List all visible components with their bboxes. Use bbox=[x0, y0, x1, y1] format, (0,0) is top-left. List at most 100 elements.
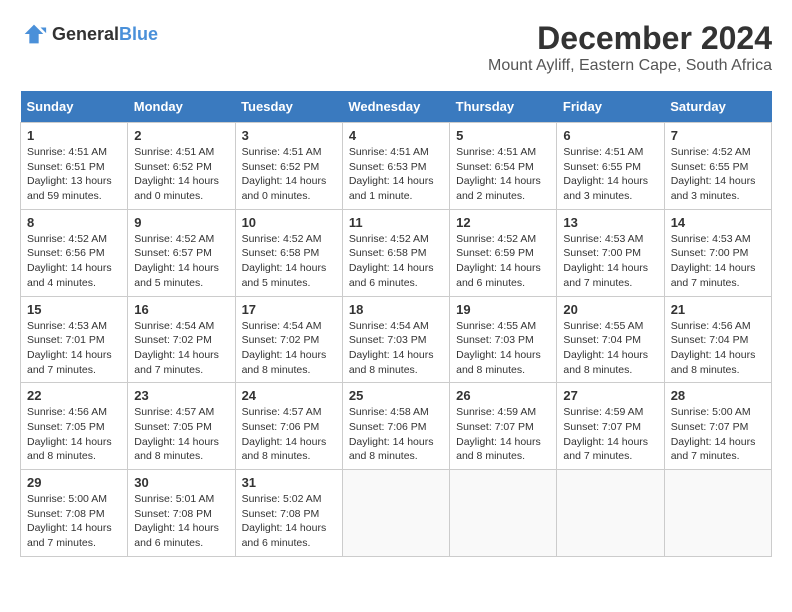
calendar-cell bbox=[557, 470, 664, 557]
day-number: 21 bbox=[671, 302, 765, 317]
day-number: 5 bbox=[456, 128, 550, 143]
day-number: 14 bbox=[671, 215, 765, 230]
day-number: 27 bbox=[563, 388, 657, 403]
header: GeneralBlue December 2024 Mount Ayliff, … bbox=[20, 20, 772, 75]
day-info: Sunrise: 4:52 AM Sunset: 6:57 PM Dayligh… bbox=[134, 232, 228, 291]
logo: GeneralBlue bbox=[20, 20, 158, 48]
calendar-cell: 16 Sunrise: 4:54 AM Sunset: 7:02 PM Dayli… bbox=[128, 296, 235, 383]
calendar-cell: 21 Sunrise: 4:56 AM Sunset: 7:04 PM Dayli… bbox=[664, 296, 771, 383]
header-day-saturday: Saturday bbox=[664, 91, 771, 123]
header-row: SundayMondayTuesdayWednesdayThursdayFrid… bbox=[21, 91, 772, 123]
calendar-cell: 13 Sunrise: 4:53 AM Sunset: 7:00 PM Dayli… bbox=[557, 209, 664, 296]
day-number: 1 bbox=[27, 128, 121, 143]
day-info: Sunrise: 4:52 AM Sunset: 6:58 PM Dayligh… bbox=[242, 232, 336, 291]
day-info: Sunrise: 4:57 AM Sunset: 7:05 PM Dayligh… bbox=[134, 405, 228, 464]
calendar-cell: 15Sunrise: 4:53 AM Sunset: 7:01 PM Dayli… bbox=[21, 296, 128, 383]
calendar-cell: 12 Sunrise: 4:52 AM Sunset: 6:59 PM Dayli… bbox=[450, 209, 557, 296]
logo-icon bbox=[20, 20, 48, 48]
day-number: 9 bbox=[134, 215, 228, 230]
day-info: Sunrise: 4:56 AM Sunset: 7:04 PM Dayligh… bbox=[671, 319, 765, 378]
day-info: Sunrise: 4:52 AM Sunset: 6:56 PM Dayligh… bbox=[27, 232, 121, 291]
day-number: 10 bbox=[242, 215, 336, 230]
calendar-cell: 31 Sunrise: 5:02 AM Sunset: 7:08 PM Dayli… bbox=[235, 470, 342, 557]
day-number: 15 bbox=[27, 302, 121, 317]
calendar-cell: 6 Sunrise: 4:51 AM Sunset: 6:55 PM Daylig… bbox=[557, 123, 664, 210]
calendar-cell: 2Sunrise: 4:51 AM Sunset: 6:52 PM Daylig… bbox=[128, 123, 235, 210]
calendar-cell: 26Sunrise: 4:59 AM Sunset: 7:07 PM Dayli… bbox=[450, 383, 557, 470]
day-info: Sunrise: 4:51 AM Sunset: 6:55 PM Dayligh… bbox=[563, 145, 657, 204]
header-day-wednesday: Wednesday bbox=[342, 91, 449, 123]
day-number: 28 bbox=[671, 388, 765, 403]
calendar-cell: 24 Sunrise: 4:57 AM Sunset: 7:06 PM Dayli… bbox=[235, 383, 342, 470]
header-day-friday: Friday bbox=[557, 91, 664, 123]
day-info: Sunrise: 5:01 AM Sunset: 7:08 PM Dayligh… bbox=[134, 492, 228, 551]
calendar-cell: 29Sunrise: 5:00 AM Sunset: 7:08 PM Dayli… bbox=[21, 470, 128, 557]
day-number: 20 bbox=[563, 302, 657, 317]
day-info: Sunrise: 4:58 AM Sunset: 7:06 PM Dayligh… bbox=[349, 405, 443, 464]
calendar-cell: 18 Sunrise: 4:54 AM Sunset: 7:03 PM Dayli… bbox=[342, 296, 449, 383]
calendar-cell: 30 Sunrise: 5:01 AM Sunset: 7:08 PM Dayli… bbox=[128, 470, 235, 557]
calendar-cell: 10 Sunrise: 4:52 AM Sunset: 6:58 PM Dayli… bbox=[235, 209, 342, 296]
logo-text-blue: Blue bbox=[119, 24, 158, 44]
day-number: 31 bbox=[242, 475, 336, 490]
calendar-cell: 5 Sunrise: 4:51 AM Sunset: 6:54 PM Daylig… bbox=[450, 123, 557, 210]
week-row-4: 22 Sunrise: 4:56 AM Sunset: 7:05 PM Dayli… bbox=[21, 383, 772, 470]
day-info: Sunrise: 4:52 AM Sunset: 6:58 PM Dayligh… bbox=[349, 232, 443, 291]
day-info: Sunrise: 4:51 AM Sunset: 6:52 PM Dayligh… bbox=[242, 145, 336, 204]
day-info: Sunrise: 4:53 AM Sunset: 7:00 PM Dayligh… bbox=[563, 232, 657, 291]
header-day-monday: Monday bbox=[128, 91, 235, 123]
day-number: 24 bbox=[242, 388, 336, 403]
calendar-cell: 7Sunrise: 4:52 AM Sunset: 6:55 PM Daylig… bbox=[664, 123, 771, 210]
header-day-tuesday: Tuesday bbox=[235, 91, 342, 123]
day-info: Sunrise: 4:56 AM Sunset: 7:05 PM Dayligh… bbox=[27, 405, 121, 464]
day-number: 13 bbox=[563, 215, 657, 230]
day-number: 16 bbox=[134, 302, 228, 317]
day-info: Sunrise: 5:02 AM Sunset: 7:08 PM Dayligh… bbox=[242, 492, 336, 551]
logo-text-general: General bbox=[52, 24, 119, 44]
day-info: Sunrise: 4:59 AM Sunset: 7:07 PM Dayligh… bbox=[563, 405, 657, 464]
day-info: Sunrise: 4:53 AM Sunset: 7:00 PM Dayligh… bbox=[671, 232, 765, 291]
day-number: 2 bbox=[134, 128, 228, 143]
day-number: 7 bbox=[671, 128, 765, 143]
day-number: 30 bbox=[134, 475, 228, 490]
day-info: Sunrise: 4:54 AM Sunset: 7:03 PM Dayligh… bbox=[349, 319, 443, 378]
day-number: 19 bbox=[456, 302, 550, 317]
day-number: 29 bbox=[27, 475, 121, 490]
day-info: Sunrise: 4:54 AM Sunset: 7:02 PM Dayligh… bbox=[134, 319, 228, 378]
location-title: Mount Ayliff, Eastern Cape, South Africa bbox=[488, 57, 772, 75]
day-number: 23 bbox=[134, 388, 228, 403]
day-info: Sunrise: 4:52 AM Sunset: 6:59 PM Dayligh… bbox=[456, 232, 550, 291]
day-number: 6 bbox=[563, 128, 657, 143]
day-number: 11 bbox=[349, 215, 443, 230]
day-number: 8 bbox=[27, 215, 121, 230]
calendar-cell: 9 Sunrise: 4:52 AM Sunset: 6:57 PM Daylig… bbox=[128, 209, 235, 296]
day-info: Sunrise: 4:51 AM Sunset: 6:51 PM Dayligh… bbox=[27, 145, 121, 204]
day-number: 4 bbox=[349, 128, 443, 143]
calendar-cell: 11 Sunrise: 4:52 AM Sunset: 6:58 PM Dayli… bbox=[342, 209, 449, 296]
calendar-cell: 17Sunrise: 4:54 AM Sunset: 7:02 PM Dayli… bbox=[235, 296, 342, 383]
day-number: 12 bbox=[456, 215, 550, 230]
calendar-cell: 8 Sunrise: 4:52 AM Sunset: 6:56 PM Daylig… bbox=[21, 209, 128, 296]
day-number: 22 bbox=[27, 388, 121, 403]
day-info: Sunrise: 4:51 AM Sunset: 6:53 PM Dayligh… bbox=[349, 145, 443, 204]
calendar-cell: 1 Sunrise: 4:51 AM Sunset: 6:51 PM Daylig… bbox=[21, 123, 128, 210]
title-section: December 2024 Mount Ayliff, Eastern Cape… bbox=[488, 20, 772, 75]
calendar-cell bbox=[342, 470, 449, 557]
day-number: 3 bbox=[242, 128, 336, 143]
week-row-5: 29Sunrise: 5:00 AM Sunset: 7:08 PM Dayli… bbox=[21, 470, 772, 557]
calendar-cell: 25 Sunrise: 4:58 AM Sunset: 7:06 PM Dayli… bbox=[342, 383, 449, 470]
day-number: 25 bbox=[349, 388, 443, 403]
calendar-cell: 4 Sunrise: 4:51 AM Sunset: 6:53 PM Daylig… bbox=[342, 123, 449, 210]
calendar-cell: 3 Sunrise: 4:51 AM Sunset: 6:52 PM Daylig… bbox=[235, 123, 342, 210]
day-info: Sunrise: 5:00 AM Sunset: 7:07 PM Dayligh… bbox=[671, 405, 765, 464]
day-info: Sunrise: 4:55 AM Sunset: 7:03 PM Dayligh… bbox=[456, 319, 550, 378]
day-info: Sunrise: 4:51 AM Sunset: 6:54 PM Dayligh… bbox=[456, 145, 550, 204]
calendar-cell: 14 Sunrise: 4:53 AM Sunset: 7:00 PM Dayli… bbox=[664, 209, 771, 296]
day-info: Sunrise: 4:59 AM Sunset: 7:07 PM Dayligh… bbox=[456, 405, 550, 464]
calendar-cell bbox=[664, 470, 771, 557]
day-number: 18 bbox=[349, 302, 443, 317]
day-info: Sunrise: 4:57 AM Sunset: 7:06 PM Dayligh… bbox=[242, 405, 336, 464]
calendar-cell: 19 Sunrise: 4:55 AM Sunset: 7:03 PM Dayli… bbox=[450, 296, 557, 383]
calendar-table: SundayMondayTuesdayWednesdayThursdayFrid… bbox=[20, 91, 772, 557]
day-info: Sunrise: 4:54 AM Sunset: 7:02 PM Dayligh… bbox=[242, 319, 336, 378]
